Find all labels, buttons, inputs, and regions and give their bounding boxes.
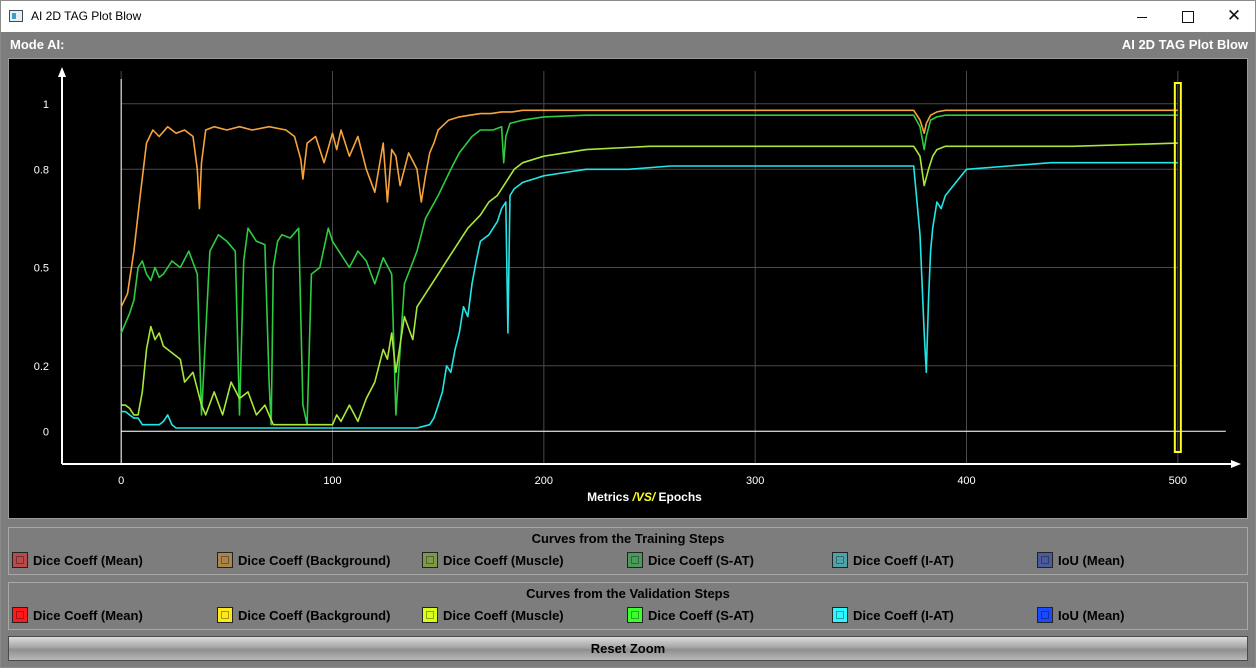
x-tick-label: 500 (1169, 475, 1187, 487)
series-line-1 (120, 114, 1178, 426)
x-axis-label: Metrics /VS/ Epochs (587, 490, 702, 504)
legend-label: Dice Coeff (Background) (238, 607, 391, 623)
x-tick-label: 0 (118, 475, 124, 487)
title-bar[interactable]: AI 2D TAG Plot Blow ✕ (1, 1, 1255, 32)
app-icon (9, 10, 23, 22)
legend-label: Dice Coeff (Muscle) (443, 607, 564, 623)
chart-panel[interactable]: 0 0.2 0.5 0.8 1 0 100 200 300 400 500 Metrics /VS/ … (8, 58, 1248, 519)
x-tick-label: 400 (957, 475, 975, 487)
square-swatch-icon (217, 552, 233, 568)
legend-item-val-dice-iat[interactable]: Dice Coeff (I-AT) (832, 605, 954, 625)
legend-item-val-dice-background[interactable]: Dice Coeff (Background) (217, 605, 390, 625)
square-swatch-icon (217, 607, 233, 623)
square-swatch-icon (1037, 607, 1053, 623)
y-tick-label: 0.5 (34, 263, 49, 275)
y-tick-label: 0.2 (34, 361, 49, 373)
square-swatch-icon (12, 552, 28, 568)
reset-zoom-button[interactable]: Reset Zoom (8, 636, 1248, 661)
minimize-button[interactable] (1119, 1, 1165, 32)
legend-label: Dice Coeff (I-AT) (853, 607, 954, 623)
maximize-button[interactable] (1165, 1, 1211, 32)
square-swatch-icon (1037, 552, 1053, 568)
app-window: AI 2D TAG Plot Blow ✕ Mode AI: AI 2D TAG… (0, 0, 1256, 668)
y-tick-label: 0.8 (34, 164, 49, 176)
y-tick-label: 0 (43, 426, 49, 438)
plot-heading: AI 2D TAG Plot Blow (1121, 37, 1248, 52)
legend-label: Dice Coeff (Mean) (33, 552, 143, 568)
series-line-0 (120, 109, 1178, 308)
legend-label: IoU (Mean) (1058, 552, 1125, 568)
training-legend-title: Curves from the Training Steps (531, 531, 725, 546)
square-swatch-icon (832, 552, 848, 568)
legend-item-train-dice-background[interactable]: Dice Coeff (Background) (217, 550, 390, 570)
legend-item-train-dice-muscle[interactable]: Dice Coeff (Muscle) (422, 550, 564, 570)
square-swatch-icon (627, 552, 643, 568)
x-tick-label: 200 (535, 475, 553, 487)
legend-label: Dice Coeff (I-AT) (853, 552, 954, 568)
mode-label: Mode AI: (10, 37, 65, 52)
legend-item-train-dice-mean[interactable]: Dice Coeff (Mean) (12, 550, 143, 570)
series-line-2 (121, 142, 1178, 426)
training-legend: Curves from the Training Steps Dice Coef… (8, 527, 1248, 575)
series-line-3 (121, 161, 1178, 429)
minimize-icon (1137, 17, 1147, 18)
legend-item-val-dice-muscle[interactable]: Dice Coeff (Muscle) (422, 605, 564, 625)
square-swatch-icon (422, 552, 438, 568)
metrics-chart[interactable]: 0 0.2 0.5 0.8 1 0 100 200 300 400 500 Metrics /VS/ … (9, 59, 1247, 518)
legend-label: Dice Coeff (Background) (238, 552, 391, 568)
legend-item-val-dice-sat[interactable]: Dice Coeff (S-AT) (627, 605, 754, 625)
square-swatch-icon (12, 607, 28, 623)
square-swatch-icon (422, 607, 438, 623)
legend-item-val-dice-mean[interactable]: Dice Coeff (Mean) (12, 605, 143, 625)
square-swatch-icon (627, 607, 643, 623)
y-tick-label: 1 (43, 99, 49, 111)
legend-label: Dice Coeff (Muscle) (443, 552, 564, 568)
legend-item-train-iou-mean[interactable]: IoU (Mean) (1037, 550, 1124, 570)
x-tick-label: 300 (746, 475, 764, 487)
legend-item-train-dice-sat[interactable]: Dice Coeff (S-AT) (627, 550, 754, 570)
legend-item-val-iou-mean[interactable]: IoU (Mean) (1037, 605, 1124, 625)
legend-label: Dice Coeff (S-AT) (648, 552, 754, 568)
legend-label: Dice Coeff (Mean) (33, 607, 143, 623)
close-button[interactable]: ✕ (1211, 1, 1256, 32)
maximize-icon (1182, 10, 1194, 23)
x-tick-label: 100 (323, 475, 341, 487)
legend-label: Dice Coeff (S-AT) (648, 607, 754, 623)
x-axis-arrow-icon (1231, 460, 1241, 468)
window-title: AI 2D TAG Plot Blow (31, 9, 142, 23)
legend-label: IoU (Mean) (1058, 607, 1125, 623)
y-axis-arrow-icon (58, 67, 66, 77)
validation-legend-title: Curves from the Validation Steps (526, 586, 730, 601)
legend-item-train-dice-iat[interactable]: Dice Coeff (I-AT) (832, 550, 954, 570)
close-icon: ✕ (1226, 6, 1242, 26)
reset-zoom-label: Reset Zoom (590, 641, 666, 656)
validation-legend: Curves from the Validation Steps Dice Co… (8, 582, 1248, 630)
square-swatch-icon (832, 607, 848, 623)
